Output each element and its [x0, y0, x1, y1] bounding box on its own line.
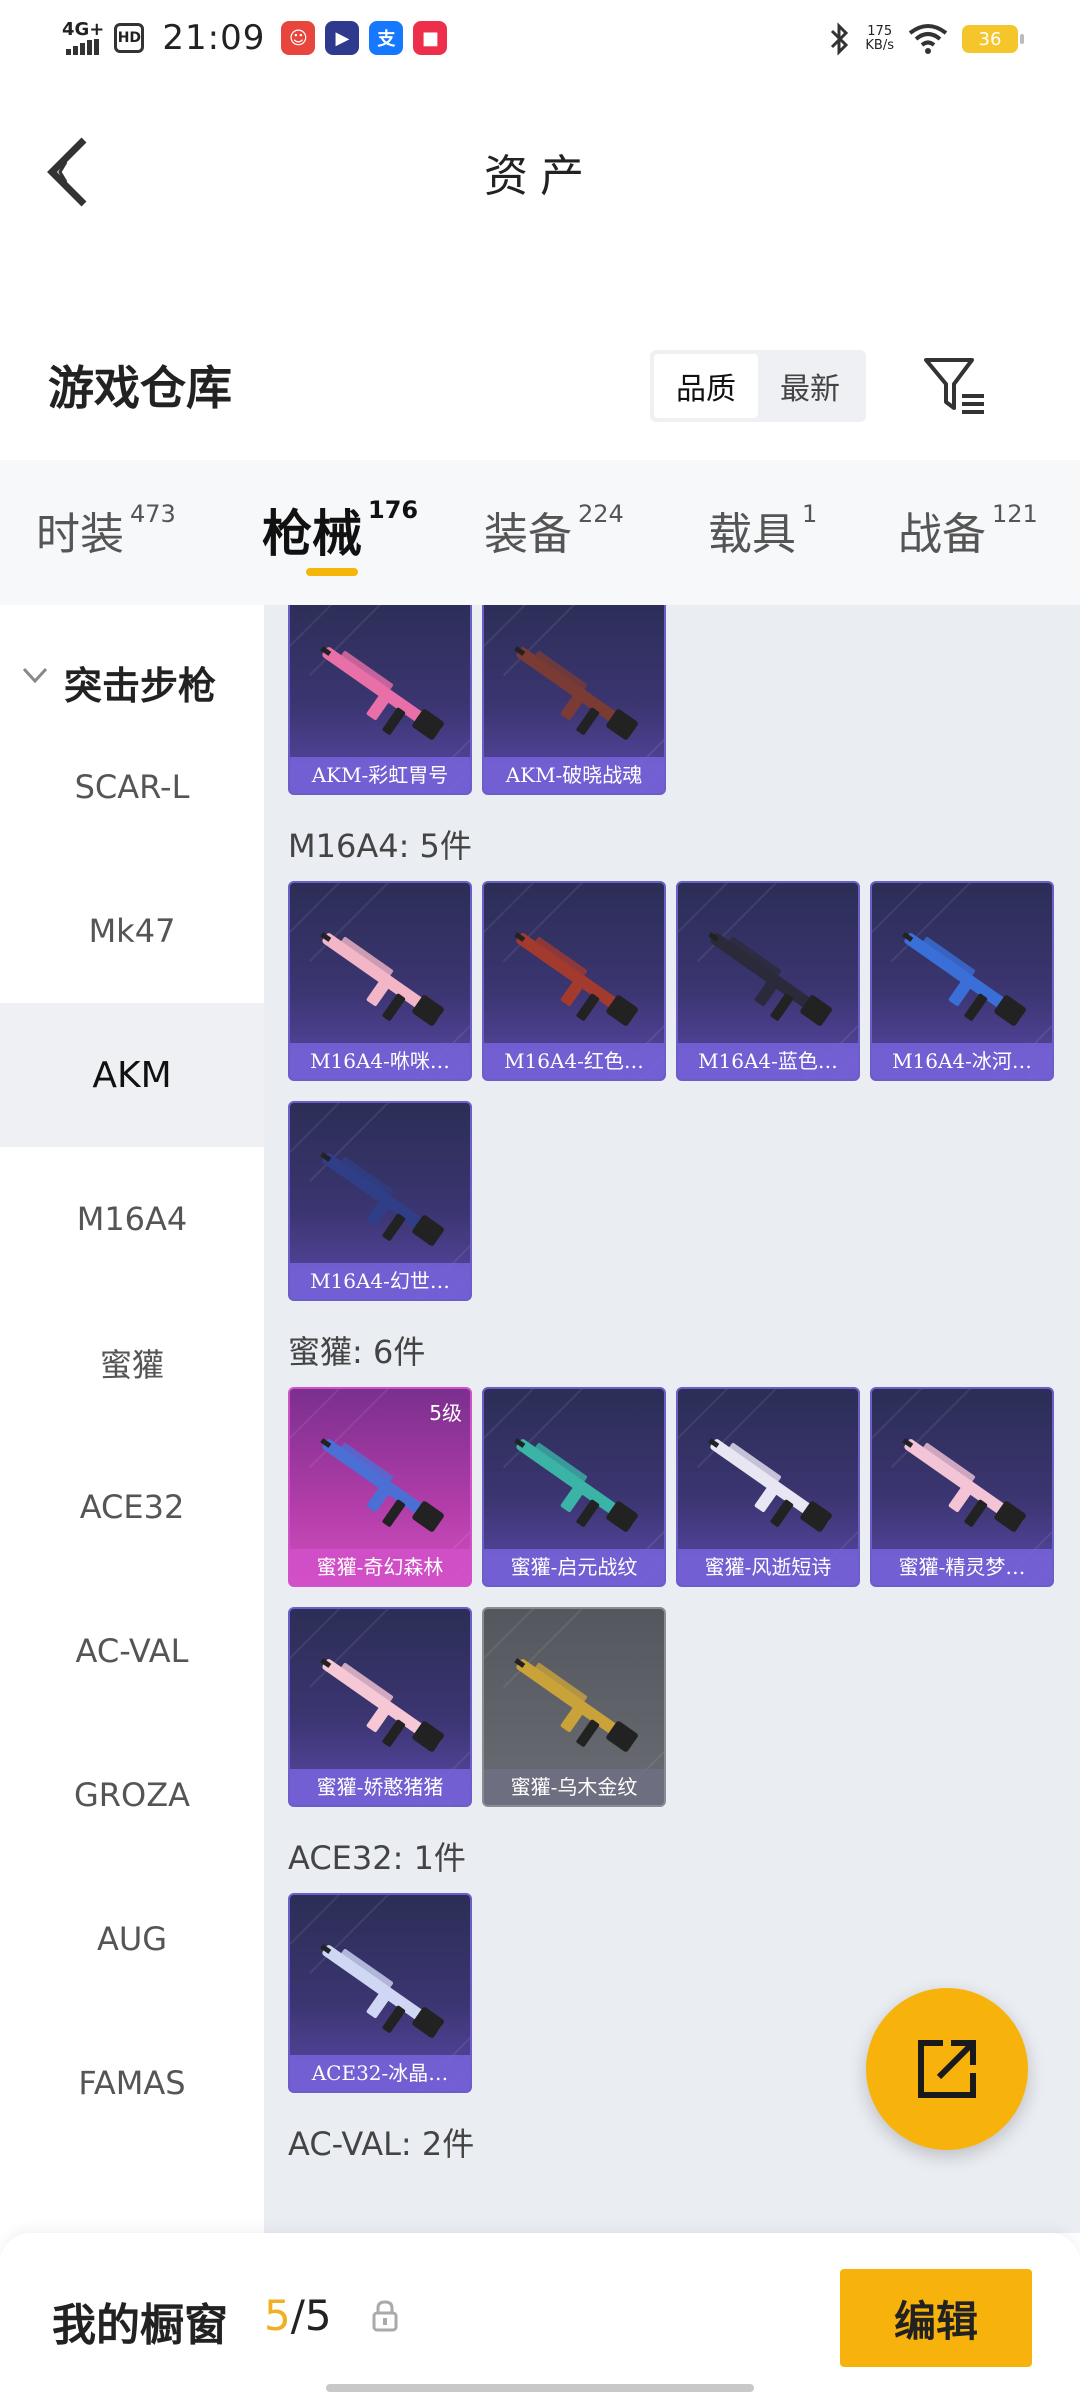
status-bar: 4G+ HD 21:09 ☺ ▶ 支 ■ 175 KB/s 36: [0, 0, 1080, 84]
skin-name: M16A4-冰河…: [872, 1043, 1052, 1079]
rifle-icon: [320, 646, 444, 740]
sidebar-item-0[interactable]: SCAR-L: [0, 715, 264, 859]
rifle-icon: [320, 1152, 444, 1246]
home-indicator[interactable]: [326, 2384, 754, 2392]
sidebar-item-8[interactable]: AUG: [0, 1867, 264, 2011]
skin-name: M16A4-幻世…: [290, 1263, 470, 1299]
skin-name: 蜜獾-风逝短诗: [678, 1549, 858, 1585]
bluetooth-icon: [831, 22, 849, 56]
tab-vehicles[interactable]: 载具 1: [708, 498, 817, 562]
skin-name: 蜜獾-乌木金纹: [484, 1769, 664, 1805]
sidebar-item-2[interactable]: AKM: [0, 1003, 264, 1147]
skin-name: 蜜獾-奇幻森林: [290, 1549, 470, 1585]
wifi-icon: [908, 24, 948, 54]
skin-card[interactable]: 5级蜜獾-奇幻森林: [288, 1387, 472, 1587]
network-speed: 175 KB/s: [865, 24, 894, 53]
app-pink-icon: ■: [413, 21, 448, 55]
rifle-icon: [320, 932, 444, 1026]
sidebar-item-6[interactable]: AC-VAL: [0, 1579, 264, 1723]
sort-latest[interactable]: 最新: [758, 354, 862, 418]
skin-card[interactable]: 蜜獾-风逝短诗: [676, 1387, 860, 1587]
group-title: M16A4: 5件: [288, 827, 472, 865]
rifle-icon: [708, 1438, 832, 1532]
group-title: ACE32: 1件: [288, 1839, 466, 1877]
play-icon: ▶: [325, 21, 360, 55]
rifle-icon: [320, 1658, 444, 1752]
skin-name: 蜜獾-启元战纹: [484, 1549, 664, 1585]
sidebar-item-9[interactable]: FAMAS: [0, 2011, 264, 2155]
share-button[interactable]: [866, 1988, 1028, 2150]
category-header[interactable]: 突击步枪: [0, 635, 264, 725]
alipay-icon: 支: [369, 21, 404, 55]
group-title: 蜜獾: 6件: [288, 1333, 426, 1371]
level-badge: 5级: [429, 1401, 462, 1425]
skin-card[interactable]: M16A4-幻世…: [288, 1101, 472, 1301]
showcase-title: 我的橱窗: [52, 2300, 228, 2351]
skin-card[interactable]: M16A4-咻咪…: [288, 881, 472, 1081]
category-label: 突击步枪: [64, 663, 217, 708]
active-tab-indicator: [306, 568, 358, 576]
skin-card[interactable]: M16A4-红色…: [482, 881, 666, 1081]
skin-card[interactable]: 蜜獾-乌木金纹: [482, 1607, 666, 1807]
hd-icon: HD: [114, 23, 145, 53]
chevron-down-icon: [22, 667, 48, 684]
skin-name: AKM-破晓战魂: [484, 757, 664, 793]
group-title: AC-VAL: 2件: [288, 2125, 475, 2163]
skin-name: 蜜獾-娇憨猪猪: [290, 1769, 470, 1805]
sidebar-item-3[interactable]: M16A4: [0, 1147, 264, 1291]
rifle-icon: [902, 1438, 1026, 1532]
skin-card[interactable]: ACE32-冰晶…: [288, 1893, 472, 2093]
weapon-sidebar: 突击步枪 SCAR-L Mk47 AKM M16A4 蜜獾 ACE32 AC-VAL GROZ…: [0, 605, 264, 2233]
sort-quality[interactable]: 品质: [654, 354, 758, 418]
edit-button[interactable]: 编辑: [840, 2269, 1032, 2367]
header: 资产: [0, 110, 1080, 230]
filter-icon: [924, 358, 984, 414]
skin-card[interactable]: 蜜獾-精灵梦…: [870, 1387, 1054, 1587]
rifle-icon: [514, 1658, 638, 1752]
sidebar-item-7[interactable]: GROZA: [0, 1723, 264, 1867]
rifle-icon: [708, 932, 832, 1026]
sort-toggle: 品质 最新: [650, 350, 866, 422]
skin-card[interactable]: AKM-破晓战魂: [482, 605, 666, 795]
rifle-icon: [514, 932, 638, 1026]
skin-card[interactable]: M16A4-冰河…: [870, 881, 1054, 1081]
page-title: 资产: [484, 151, 596, 202]
skin-card[interactable]: 蜜獾-启元战纹: [482, 1387, 666, 1587]
tab-guns[interactable]: 枪械 176: [262, 494, 418, 566]
skin-name: 蜜獾-精灵梦…: [872, 1549, 1052, 1585]
rifle-icon: [902, 932, 1026, 1026]
category-tabs: 时装 473 枪械 176 装备 224 载具 1 战备 121: [0, 460, 1080, 605]
skin-card[interactable]: 蜜獾-娇憨猪猪: [288, 1607, 472, 1807]
showcase-count: 5/5: [264, 2291, 332, 2340]
rifle-icon: [320, 1438, 444, 1532]
sidebar-item-5[interactable]: ACE32: [0, 1435, 264, 1579]
skin-name: M16A4-咻咪…: [290, 1043, 470, 1079]
showcase-bar: 我的橱窗 5/5 编辑: [0, 2233, 1080, 2400]
sidebar-item-4[interactable]: 蜜獾: [0, 1291, 264, 1435]
lock-icon: [372, 2300, 398, 2332]
skin-name: M16A4-蓝色…: [678, 1043, 858, 1079]
skin-card[interactable]: AKM-彩虹胃号: [288, 605, 472, 795]
app-red-icon: ☺: [281, 21, 316, 55]
skin-name: M16A4-红色…: [484, 1043, 664, 1079]
filter-button[interactable]: [922, 356, 988, 416]
rifle-icon: [320, 1944, 444, 2038]
skin-name: AKM-彩虹胃号: [290, 757, 470, 793]
clock: 21:09: [162, 18, 266, 58]
share-icon: [918, 2040, 976, 2098]
tab-supplies[interactable]: 战备 121: [898, 498, 1038, 562]
skin-name: ACE32-冰晶…: [290, 2055, 470, 2091]
rifle-icon: [514, 646, 638, 740]
sidebar-item-1[interactable]: Mk47: [0, 859, 264, 1003]
signal-icon: 4G+: [62, 21, 104, 55]
network-type: 4G+: [62, 19, 105, 40]
battery-icon: 36: [962, 25, 1024, 53]
skin-card[interactable]: M16A4-蓝色…: [676, 881, 860, 1081]
tab-equipment[interactable]: 装备 224: [484, 498, 624, 562]
rifle-icon: [514, 1438, 638, 1532]
tab-fashion[interactable]: 时装 473: [36, 498, 176, 562]
warehouse-title: 游戏仓库: [48, 361, 232, 415]
